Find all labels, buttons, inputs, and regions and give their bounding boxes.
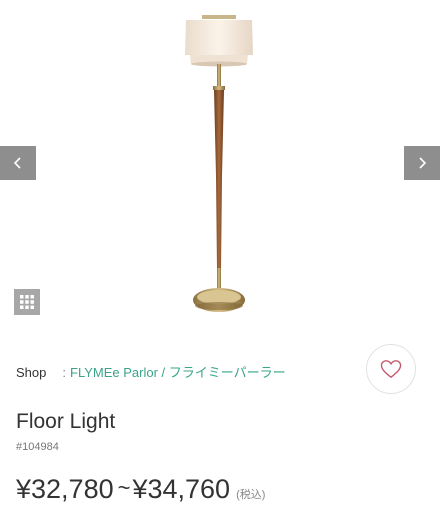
gallery-next-button[interactable] [404,146,440,180]
price-range-tilde: ~ [117,475,131,500]
grid-icon [20,295,34,309]
product-image-gallery [0,0,440,338]
gallery-prev-button[interactable] [0,146,36,180]
product-price: ¥32,780 ~¥34,760 (税込) [16,474,265,505]
product-title: Floor Light [16,410,116,433]
shop-separator: : [62,365,66,380]
price-from: ¥32,780 [16,474,114,504]
tax-note: (税込) [236,489,266,501]
chevron-left-icon [13,157,21,169]
chevron-right-icon [419,157,427,169]
shop-row: Shop: FLYMEe Parlor / フライミーパーラー [16,362,286,381]
shop-label: Shop [16,365,47,380]
favorite-button[interactable] [366,344,416,394]
shop-name-link[interactable]: FLYMEe Parlor / フライミーパーラー [70,365,286,380]
price-to: ¥34,760 [132,474,231,504]
floor-lamp-image [185,15,253,312]
gallery-thumbnails-button[interactable] [14,289,40,315]
product-sku: #104984 [16,441,59,453]
heart-icon [380,360,402,379]
